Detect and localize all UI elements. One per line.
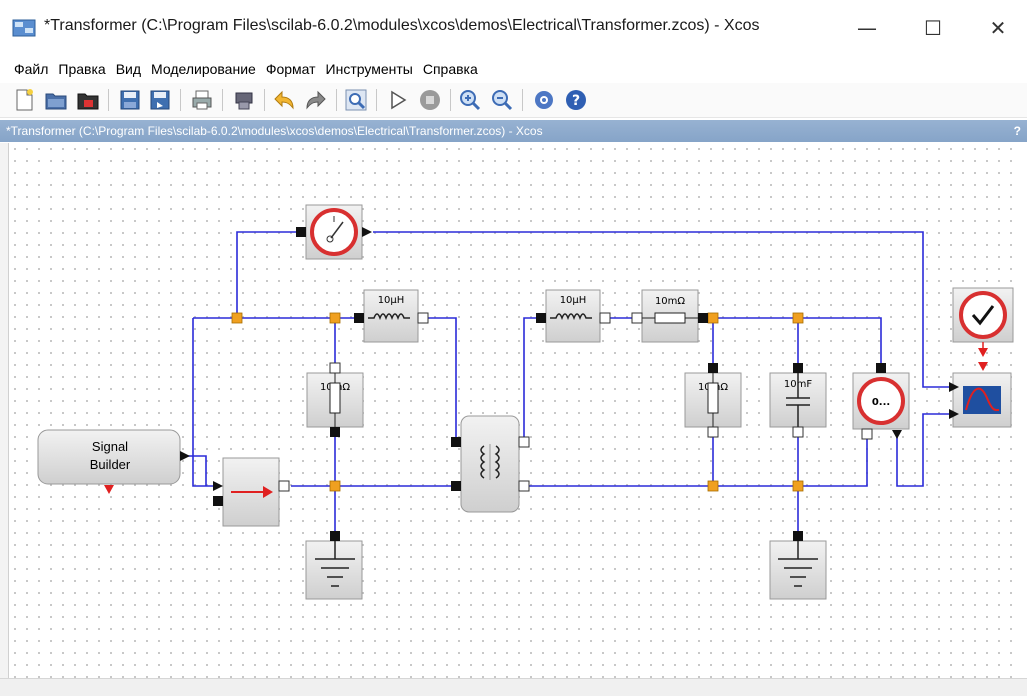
signal-builder-label-1: Signal [92,439,128,454]
inductor-1-block[interactable]: 10µH [354,289,429,343]
fit-diagram-icon[interactable] [344,88,368,112]
ground-right-block[interactable] [769,531,827,600]
svg-text:?: ? [572,93,580,109]
wires [182,231,949,536]
title-bar: *Transformer (C:\Program Files\scilab-6.… [0,0,1027,57]
controlled-voltage-source-block[interactable] [213,457,290,527]
left-edge [0,143,8,678]
resistor-top-block[interactable]: 10mΩ [631,289,708,343]
help-icon[interactable]: ? [564,88,588,112]
minimize-button[interactable]: — [844,10,890,46]
diagram-tab-title: *Transformer (C:\Program Files\scilab-6.… [6,124,543,138]
save-icon[interactable] [118,88,142,112]
menu-simulation[interactable]: Моделирование [147,61,260,77]
transformer-block[interactable] [451,415,530,513]
maximize-button[interactable]: ☐ [910,10,956,46]
signal-builder-block[interactable]: Signal Builder [37,429,190,494]
resistor-right-block[interactable]: 10mΩ [684,363,742,438]
voltage-sensor-label: 0... [872,397,890,408]
menu-view[interactable]: Вид [112,61,145,77]
circuit-diagram: Signal Builder 10µH 10mΩ [37,204,1014,600]
palette-browser-icon[interactable] [532,88,556,112]
print-icon[interactable] [190,88,214,112]
signal-builder-label-2: Builder [90,457,131,472]
menu-file[interactable]: Файл [10,61,52,77]
current-sensor-block[interactable] [296,204,372,260]
menu-tools[interactable]: Инструменты [322,61,417,77]
voltage-sensor-block[interactable]: 0... [852,363,910,440]
inductor-2-block[interactable]: 10µH [536,289,611,343]
open-icon[interactable] [44,88,68,112]
ground-left-block[interactable] [305,531,363,600]
resistor-left-block[interactable]: 10mΩ [306,362,364,437]
stop-icon[interactable] [418,88,442,112]
inductor-2-label: 10µH [560,295,587,306]
scope-block[interactable] [949,362,1012,428]
zoom-out-icon[interactable] [490,88,514,112]
menu-help[interactable]: Справка [419,61,482,77]
menu-format[interactable]: Формат [262,61,320,77]
resistor-top-label: 10mΩ [655,296,685,307]
menu-bar: Файл Правка Вид Моделирование Формат Инс… [0,56,1027,82]
redo-icon[interactable] [304,88,328,112]
toolbar: ? [0,83,1027,118]
zoom-in-icon[interactable] [458,88,482,112]
diagram-tab[interactable]: *Transformer (C:\Program Files\scilab-6.… [0,120,1027,142]
start-icon[interactable] [386,88,410,112]
close-button[interactable]: ✕ [975,10,1021,46]
xcos-app-icon [12,19,36,37]
undo-icon[interactable] [272,88,296,112]
export-icon[interactable] [232,88,256,112]
inductor-1-label: 10µH [378,295,405,306]
window-title: *Transformer (C:\Program Files\scilab-6.… [44,17,760,34]
status-bar [0,678,1027,696]
new-diagram-icon[interactable] [12,88,36,112]
clock-block[interactable] [952,287,1014,357]
capacitor-block[interactable]: 10mF [769,363,827,438]
menu-edit[interactable]: Правка [54,61,109,77]
diagram-canvas[interactable]: Signal Builder 10µH 10mΩ [8,143,1020,678]
open-in-scilab-icon[interactable] [76,88,100,112]
tab-help-icon[interactable]: ? [1014,120,1021,142]
save-as-icon[interactable] [148,88,172,112]
